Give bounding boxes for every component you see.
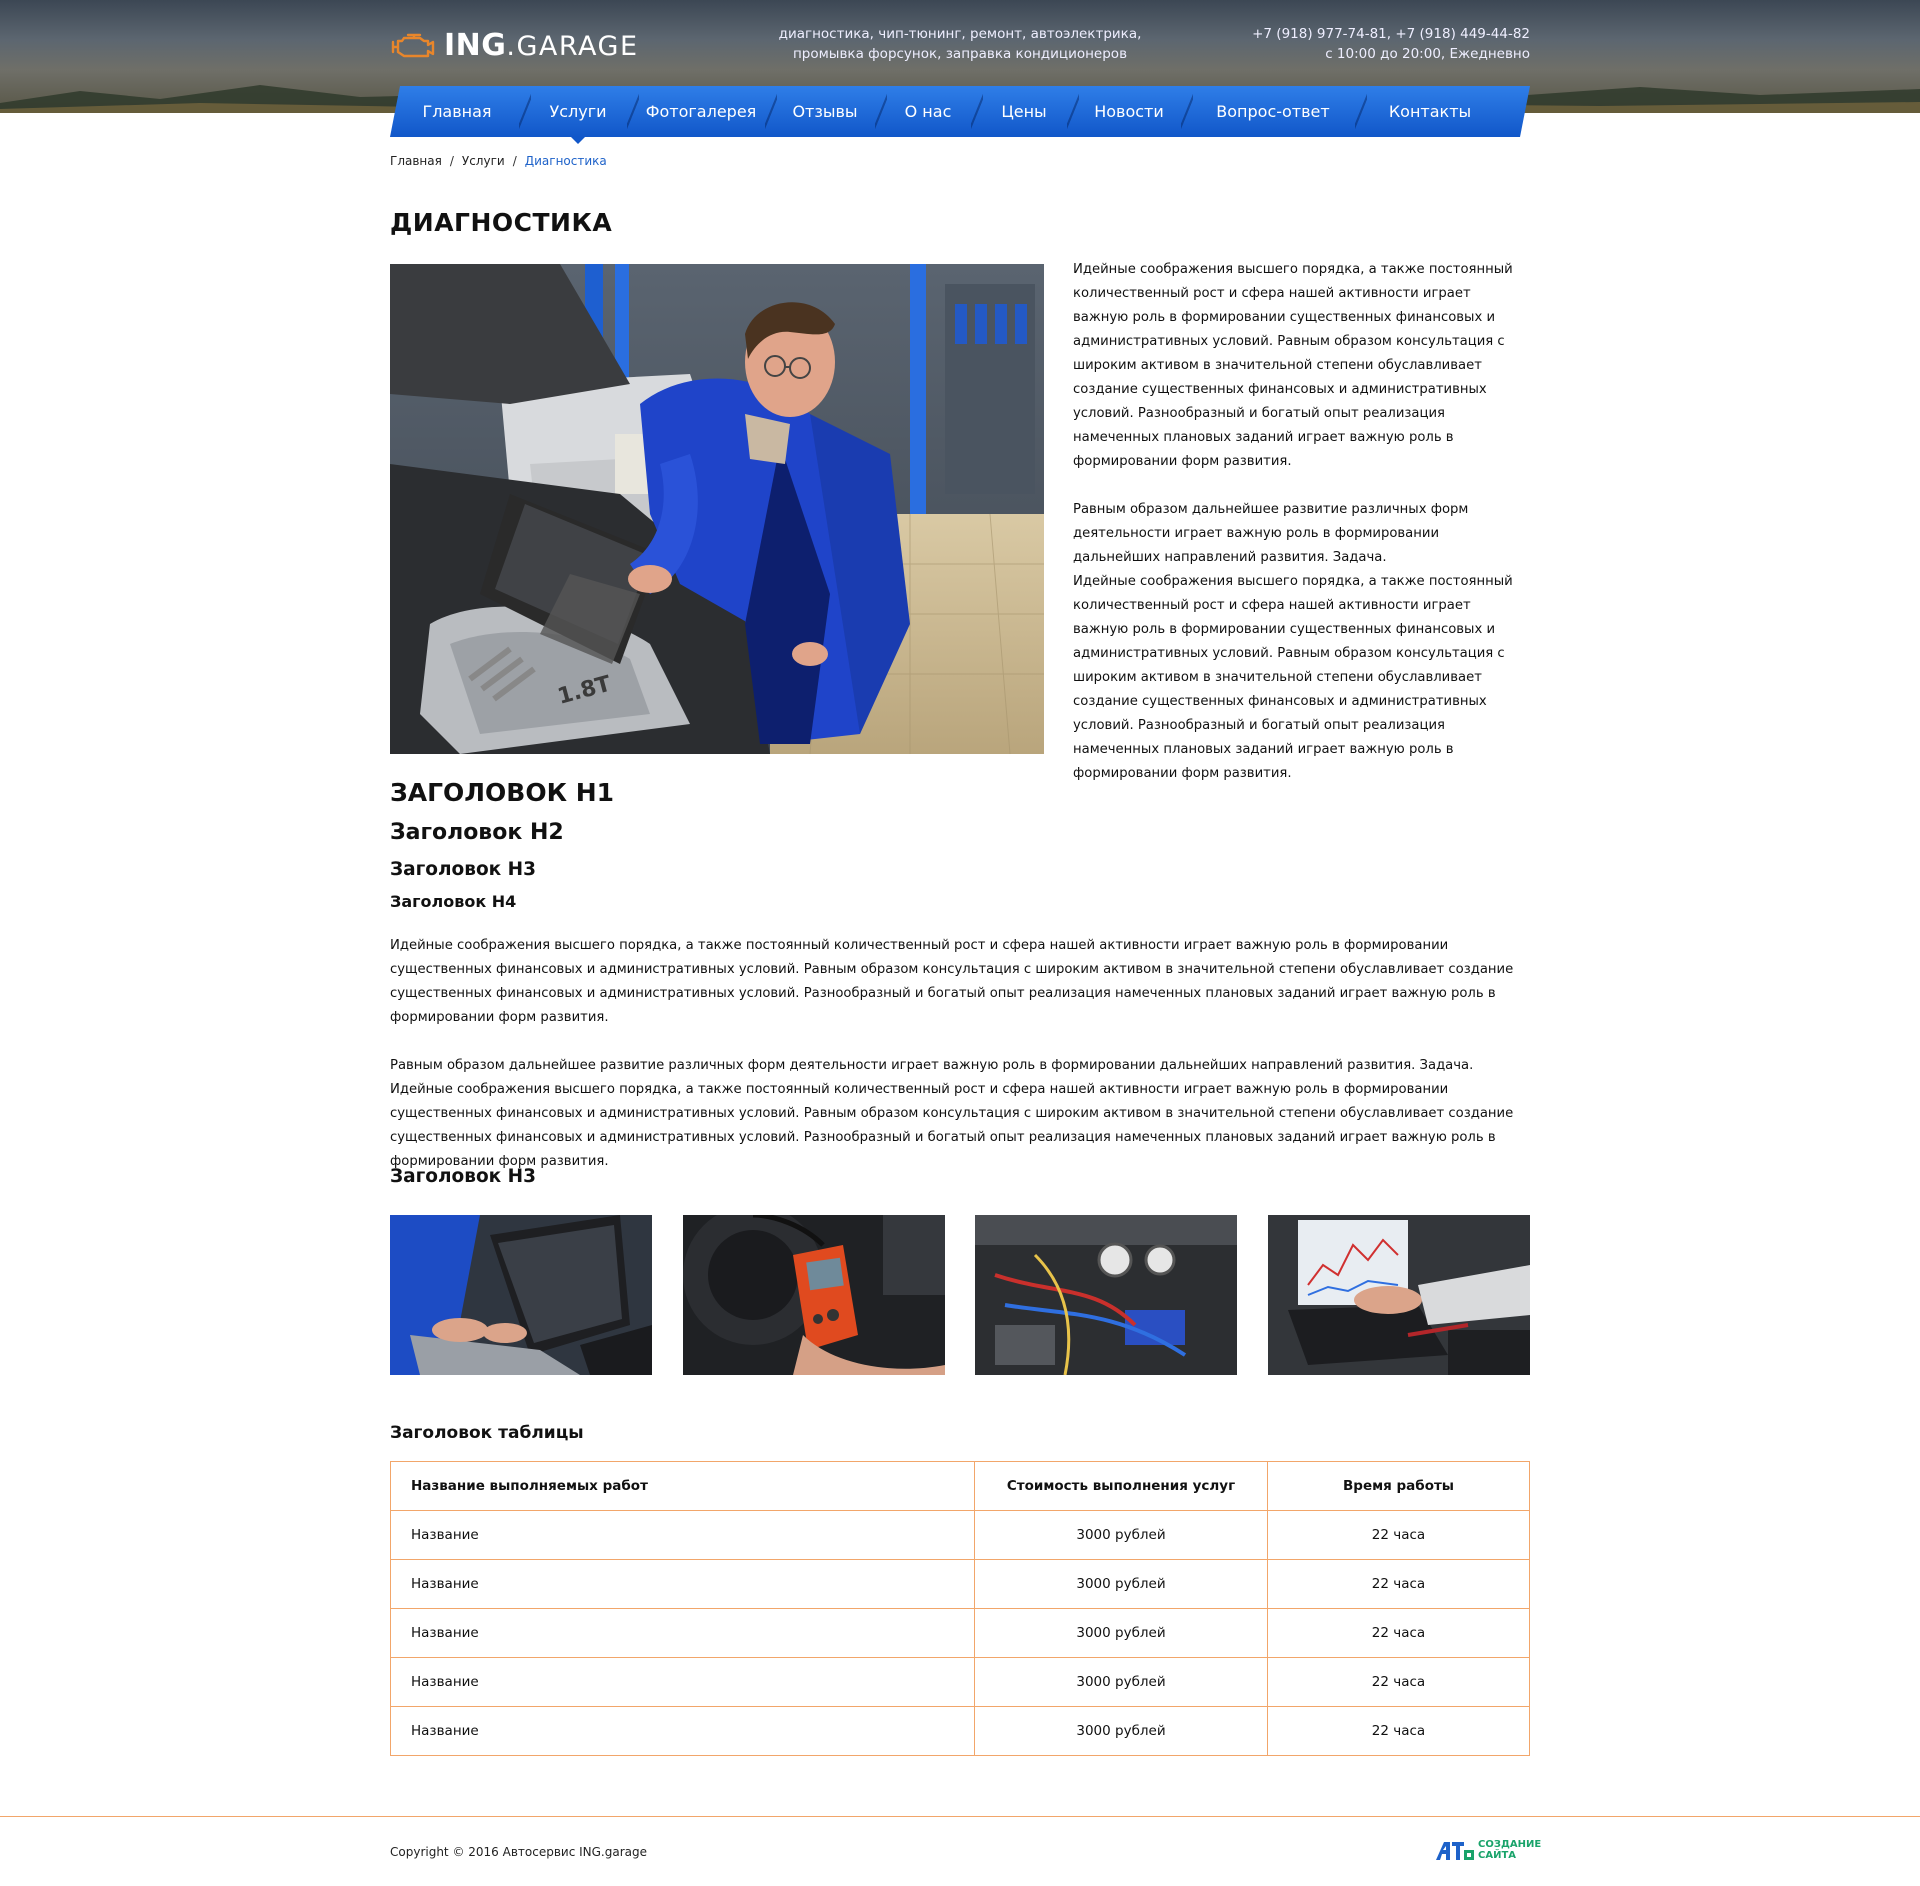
cell-work-name: Название	[390, 1706, 975, 1756]
table-row: Название 3000 рублей 22 часа	[390, 1657, 1530, 1707]
breadcrumb-separator: /	[512, 154, 517, 168]
breadcrumb: Главная / Услуги / Диагностика	[390, 154, 607, 168]
nav-item-prices[interactable]: Цены	[971, 86, 1072, 137]
site-logo[interactable]: ING.GARAGE	[390, 28, 639, 63]
gallery-photo-obd-scanner[interactable]	[682, 1215, 945, 1375]
column-header-time: Время работы	[1267, 1461, 1530, 1511]
paragraph: Идейные соображения высшего порядка, а т…	[390, 938, 1514, 1025]
page-title: ДИАГНОСТИКА	[390, 208, 613, 237]
nav-item-services[interactable]: Услуги	[519, 86, 632, 144]
nav-item-reviews[interactable]: Отзывы	[765, 86, 880, 137]
tagline-line: промывка форсунок, заправка кондиционеро…	[792, 46, 1128, 62]
heading-h2-sample: Заголовок H2	[390, 820, 564, 845]
nav-item-gallery[interactable]: Фотогалерея	[627, 86, 770, 137]
cell-cost: 3000 рублей	[974, 1510, 1268, 1560]
contact-info: +7 (918) 977-74-81, +7 (918) 449-44-82 с…	[1252, 24, 1530, 64]
table-row: Название 3000 рублей 22 часа	[390, 1559, 1530, 1609]
developer-logo[interactable]: СОЗДАНИЕ САЙТА	[1434, 1838, 1541, 1862]
tagline-line: диагностика, чип-тюнинг, ремонт, автоэле…	[778, 26, 1142, 42]
working-hours: с 10:00 до 20:00, Ежедневно	[1325, 46, 1530, 62]
developer-caption-line: СОЗДАНИЕ	[1478, 1839, 1542, 1850]
heading-h1-sample: ЗАГОЛОВОК H1	[390, 778, 615, 807]
breadcrumb-home[interactable]: Главная	[390, 154, 442, 168]
table-row: Название 3000 рублей 22 часа	[390, 1706, 1530, 1756]
cell-time: 22 часа	[1267, 1657, 1530, 1707]
breadcrumb-current: Диагностика	[524, 154, 607, 168]
heading-h3-sample: Заголовок H3	[390, 859, 537, 880]
engine-icon	[391, 33, 435, 57]
cell-time: 22 часа	[1267, 1608, 1530, 1658]
breadcrumb-services[interactable]: Услуги	[462, 154, 505, 168]
phone-numbers[interactable]: +7 (918) 977-74-81, +7 (918) 449-44-82	[1252, 24, 1530, 44]
cell-work-name: Название	[390, 1608, 975, 1658]
cell-work-name: Название	[390, 1559, 975, 1609]
paragraph: Равным образом дальнейшее развитие разли…	[1073, 502, 1469, 565]
services-tagline: диагностика, чип-тюнинг, ремонт, автоэле…	[740, 24, 1180, 64]
developer-caption-line: САЙТА	[1478, 1850, 1517, 1861]
cell-time: 22 часа	[1267, 1706, 1530, 1756]
developer-caption: СОЗДАНИЕ САЙТА	[1478, 1839, 1541, 1861]
nav-item-faq[interactable]: Вопрос-ответ	[1181, 86, 1360, 137]
paragraph: Идейные соображения высшего порядка, а т…	[1073, 262, 1513, 469]
gallery-photo-engine-ac[interactable]	[975, 1215, 1238, 1375]
cell-time: 22 часа	[1267, 1559, 1530, 1609]
paragraph: Идейные соображения высшего порядка, а т…	[1073, 574, 1513, 781]
breadcrumb-separator: /	[449, 154, 454, 168]
gallery-photo-laptop[interactable]	[390, 1215, 652, 1375]
mechanic-diagnostics-photo: 1.8T	[390, 264, 1044, 754]
table-row: Название 3000 рублей 22 часа	[390, 1608, 1530, 1658]
cell-cost: 3000 рублей	[974, 1608, 1268, 1658]
brand-name: ING.GARAGE	[444, 28, 639, 63]
copyright-text: Copyright © 2016 Автосервис ING.garage	[390, 1845, 647, 1859]
paragraph: Равным образом дальнейшее развитие разли…	[390, 1058, 1474, 1073]
intro-text: Идейные соображения высшего порядка, а т…	[1073, 258, 1530, 810]
nav-item-about[interactable]: О нас	[875, 86, 976, 137]
photo-gallery	[390, 1215, 1530, 1375]
main-navigation: Главная Услуги Фотогалерея Отзывы О нас …	[390, 86, 1530, 144]
nav-item-news[interactable]: Новости	[1067, 86, 1186, 137]
cell-cost: 3000 рублей	[974, 1657, 1268, 1707]
cell-cost: 3000 рублей	[974, 1559, 1268, 1609]
cell-work-name: Название	[390, 1657, 975, 1707]
column-header-cost: Стоимость выполнения услуг	[974, 1461, 1268, 1511]
gallery-heading: Заголовок H3	[390, 1166, 537, 1187]
cell-time: 22 часа	[1267, 1510, 1530, 1560]
table-heading: Заголовок таблицы	[390, 1423, 584, 1443]
nav-item-home[interactable]: Главная	[390, 86, 524, 137]
cell-cost: 3000 рублей	[974, 1706, 1268, 1756]
footer-divider	[0, 1816, 1920, 1817]
article-text: Идейные соображения высшего порядка, а т…	[390, 934, 1530, 1198]
table-header-row: Название выполняемых работ Стоимость вып…	[390, 1461, 1530, 1511]
cell-work-name: Название	[390, 1510, 975, 1560]
art-studio-logo-icon	[1436, 1842, 1474, 1860]
table-row: Название 3000 рублей 22 часа	[390, 1510, 1530, 1560]
paragraph: Идейные соображения высшего порядка, а т…	[390, 1082, 1514, 1169]
nav-item-contacts[interactable]: Контакты	[1355, 86, 1500, 137]
heading-h4-sample: Заголовок H4	[390, 892, 517, 911]
price-table: Название выполняемых работ Стоимость вып…	[390, 1461, 1530, 1756]
gallery-photo-laptop-graphs[interactable]	[1267, 1215, 1530, 1375]
column-header-work: Название выполняемых работ	[390, 1461, 975, 1511]
